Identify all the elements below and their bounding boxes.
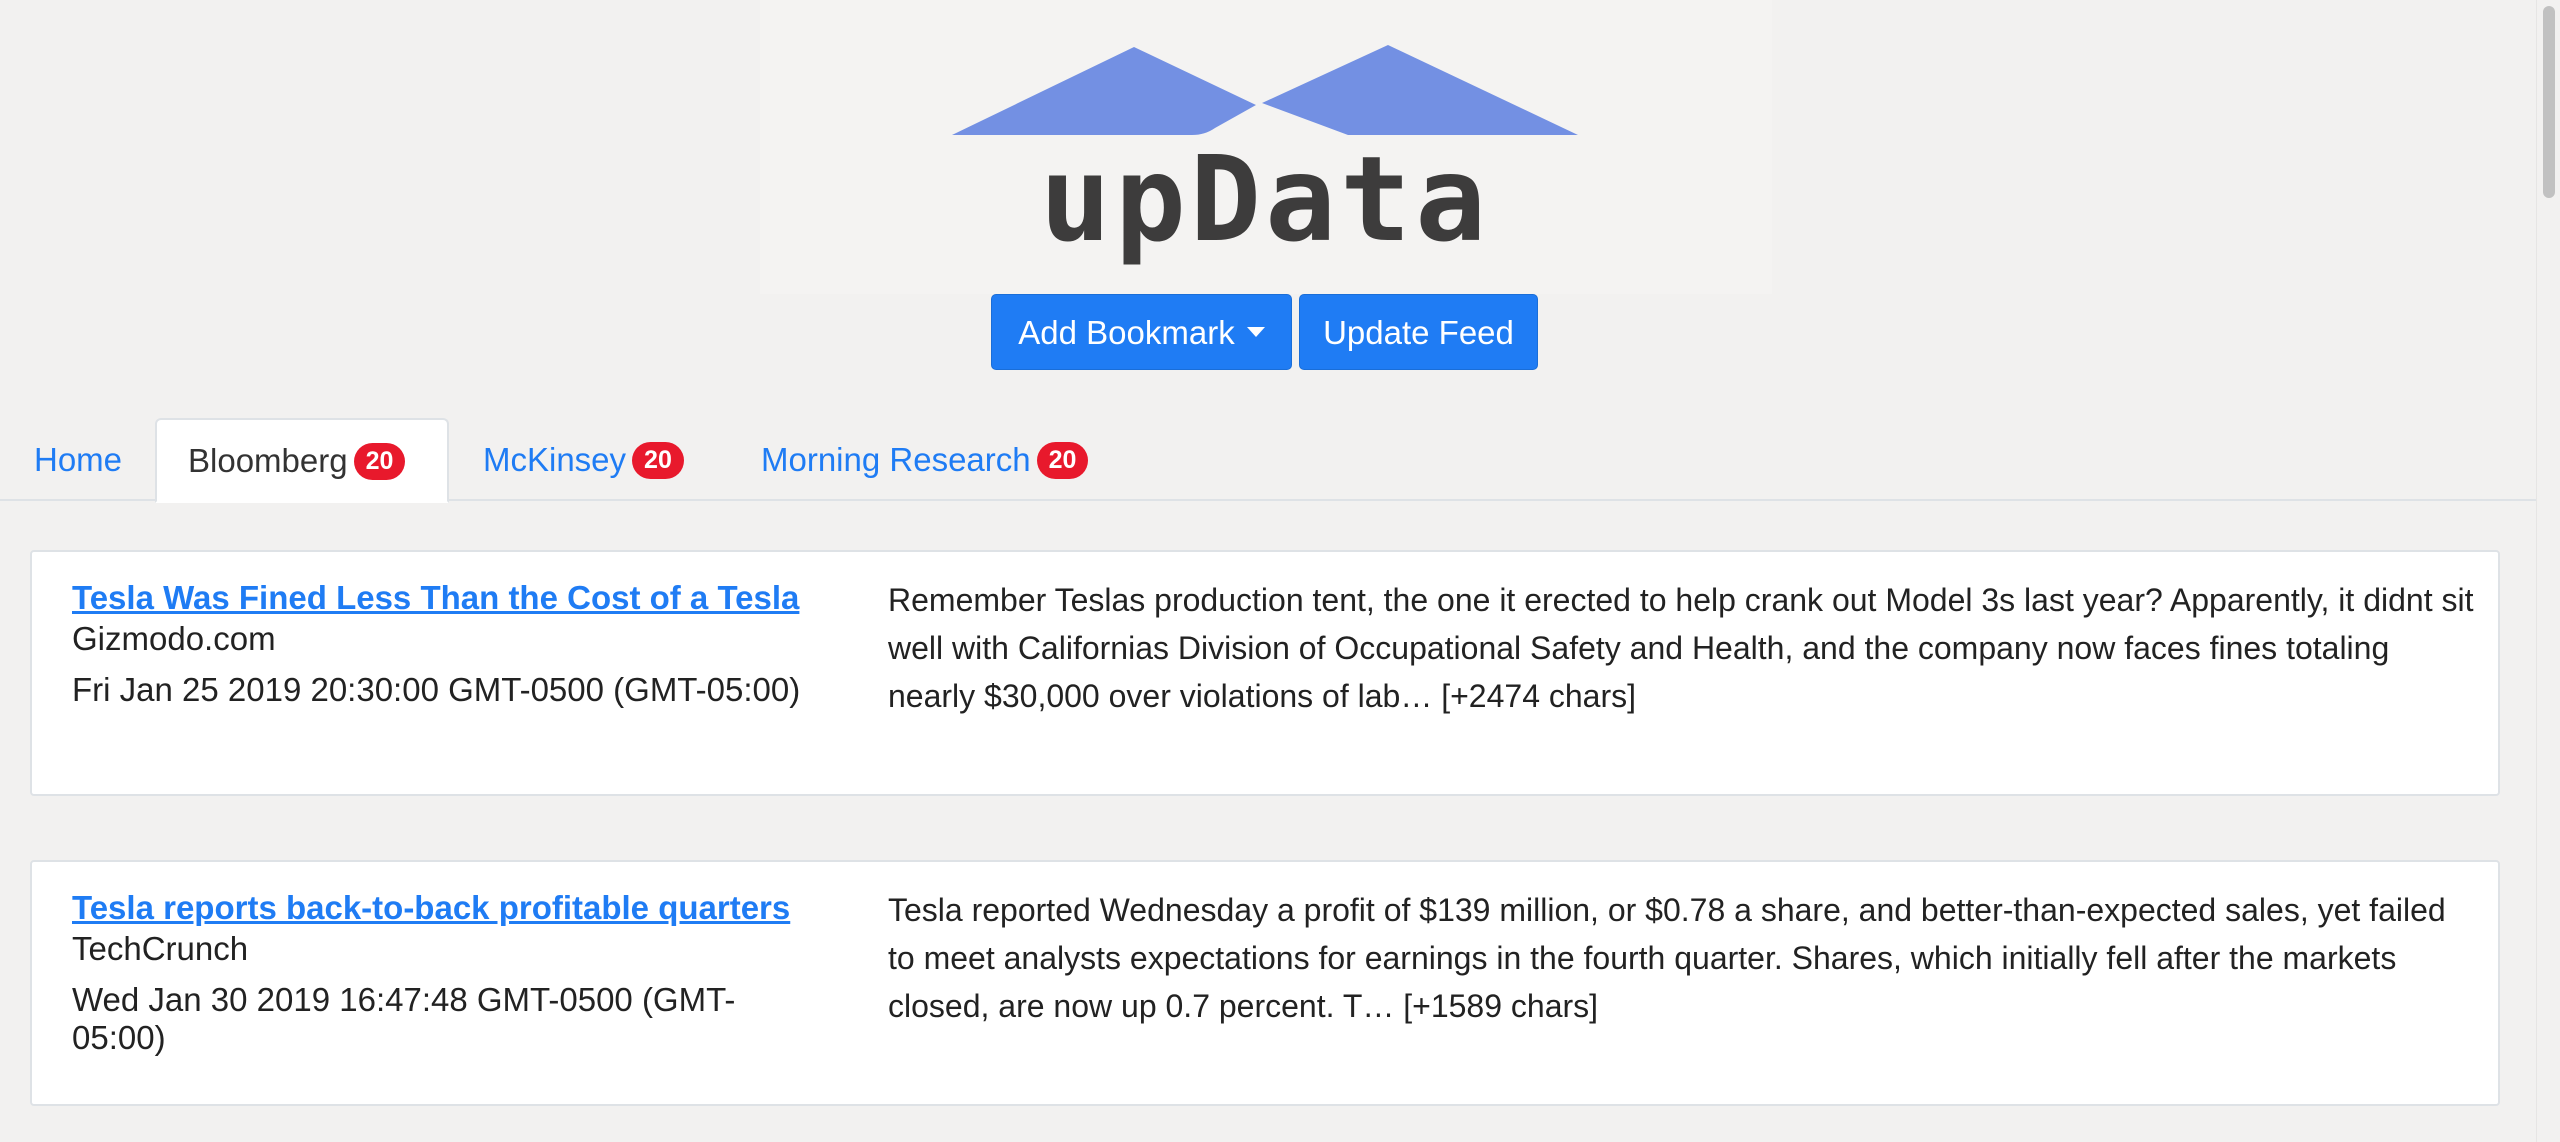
update-feed-label: Update Feed [1323,314,1514,351]
article-card: Tesla Was Fined Less Than the Cost of a … [30,550,2500,796]
article-source: Gizmodo.com [72,620,276,657]
unread-count-badge: 20 [632,441,684,479]
article-meta: Tesla reports back-to-back profitable qu… [72,887,812,1057]
unread-count-badge: 20 [353,442,406,480]
tab-morning-research[interactable]: Morning Research 20 [761,418,1089,501]
article-source: TechCrunch [72,930,249,967]
article-title-link[interactable]: Tesla reports back-to-back profitable qu… [72,887,812,929]
tab-label: Morning Research [761,441,1031,478]
article-summary: Tesla reported Wednesday a profit of $13… [888,892,2446,1024]
article-title-link[interactable]: Tesla Was Fined Less Than the Cost of a … [72,577,812,619]
logo-text: upData [1040,130,1490,268]
logo-roof-left-shape [952,47,1256,135]
add-bookmark-label: Add Bookmark [1018,314,1235,351]
article-meta: Tesla Was Fined Less Than the Cost of a … [72,577,812,709]
tab-mckinsey[interactable]: McKinsey 20 [483,418,684,501]
feed-tabs: Home Bloomberg 20 McKinsey 20 Morning Rese… [0,418,2536,503]
article-card: Tesla reports back-to-back profitable qu… [30,860,2500,1106]
unread-count-badge: 20 [1036,441,1089,479]
article-summary: Remember Teslas production tent, the one… [888,582,2474,714]
caret-down-icon [1247,327,1265,337]
update-feed-button[interactable]: Update Feed [1299,294,1538,370]
tab-label: McKinsey [483,441,627,478]
logo-graphic: upData [952,45,1578,268]
tab-home[interactable]: Home [34,418,122,501]
tab-bloomberg[interactable]: Bloomberg 20 [155,418,449,503]
article-date: Wed Jan 30 2019 16:47:48 GMT-0500 (GMT-0… [72,981,736,1056]
app-logo: upData [760,0,1772,294]
logo-roof-right-shape [1262,45,1578,135]
tab-label: Home [34,441,123,478]
add-bookmark-button[interactable]: Add Bookmark [991,294,1292,370]
scrollbar-thumb[interactable] [2543,6,2555,198]
tab-label: Bloomberg [188,442,348,479]
article-date: Fri Jan 25 2019 20:30:00 GMT-0500 (GMT-0… [72,671,801,708]
page-scrollbar[interactable] [2536,0,2560,1142]
